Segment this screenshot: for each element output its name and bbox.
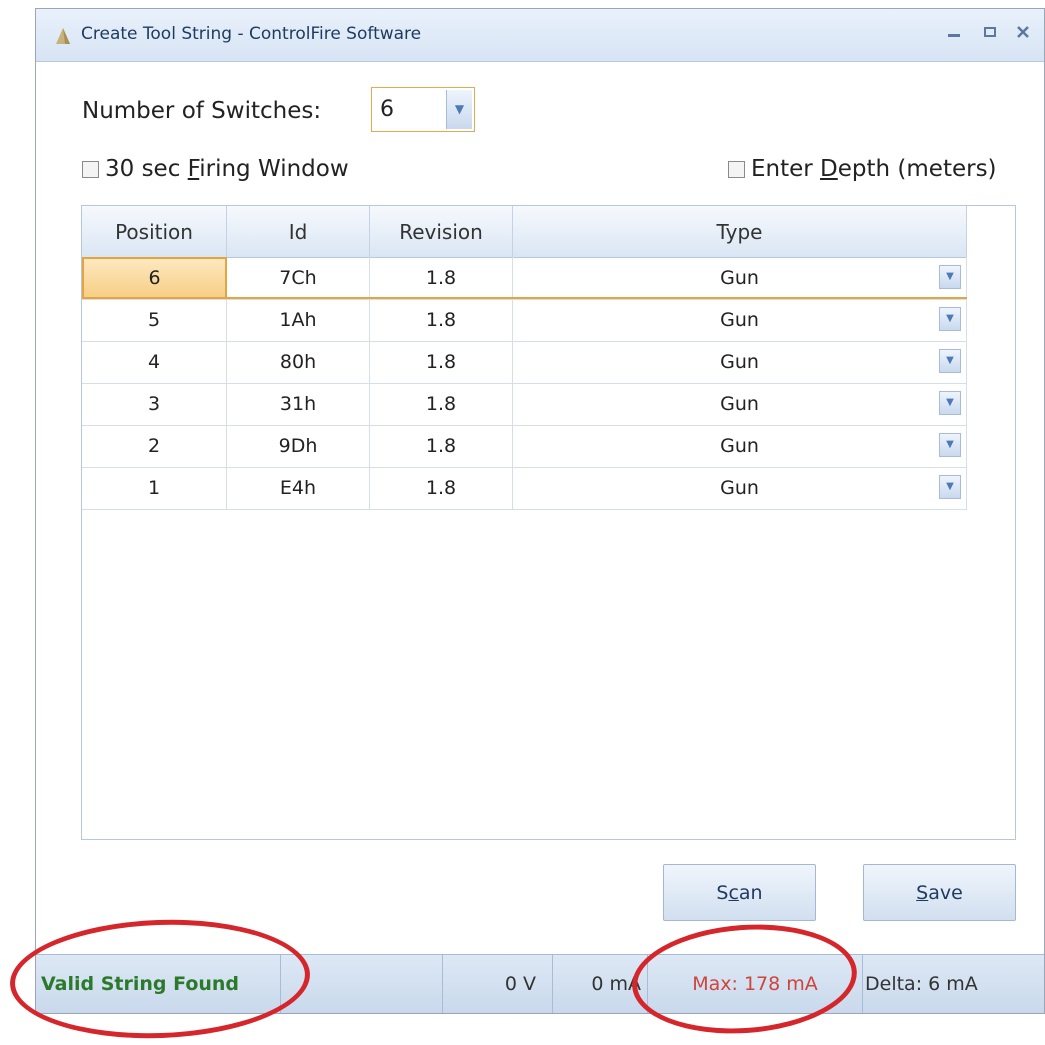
cell-id[interactable]: E4h — [227, 467, 370, 509]
cell-id-text: 1Ah — [279, 309, 317, 331]
chevron-down-icon[interactable]: ▼ — [939, 265, 961, 289]
cell-type[interactable]: Gun ▼ — [513, 383, 967, 425]
enter-depth-label: Enter Depth (meters) — [751, 156, 997, 182]
enter-depth-checkbox[interactable] — [728, 160, 745, 178]
cell-type-text: Gun — [720, 477, 759, 499]
enter-depth-option[interactable]: Enter Depth (meters) — [728, 154, 997, 184]
close-icon[interactable] — [1010, 23, 1036, 47]
cell-position-text: 3 — [147, 393, 161, 415]
cell-position[interactable]: 5 — [82, 299, 227, 341]
status-message: Valid String Found — [36, 955, 281, 1013]
cell-id[interactable]: 9Dh — [227, 425, 370, 467]
cell-revision-text: 1.8 — [425, 309, 457, 331]
table-row[interactable]: 1 E4h 1.8 Gun ▼ — [82, 467, 967, 510]
cell-id[interactable]: 80h — [227, 341, 370, 383]
column-header-id[interactable]: Id — [227, 206, 370, 257]
switches-value: 6 — [380, 97, 394, 122]
cell-position[interactable]: 3 — [82, 383, 227, 425]
switches-combobox[interactable]: 6 ▼ — [371, 87, 475, 132]
window-title: Create Tool String - ControlFire Softwar… — [81, 24, 422, 44]
cell-id-text: 7Ch — [279, 267, 317, 289]
cell-type[interactable]: Gun ▼ — [513, 299, 967, 341]
cell-type[interactable]: Gun ▼ — [513, 467, 967, 509]
chevron-down-icon[interactable]: ▼ — [446, 90, 472, 129]
cell-id-text: E4h — [279, 477, 317, 499]
cell-id-text: 80h — [279, 351, 317, 373]
status-current: 0 mA — [553, 955, 648, 1013]
cell-id-text: 31h — [279, 393, 317, 415]
cell-revision-text: 1.8 — [425, 393, 457, 415]
save-button[interactable]: Save — [863, 864, 1016, 921]
selected-row-underline — [227, 297, 967, 299]
cell-revision[interactable]: 1.8 — [370, 341, 513, 383]
table-row[interactable]: 4 80h 1.8 Gun ▼ — [82, 341, 967, 384]
cell-type[interactable]: Gun ▼ — [513, 257, 967, 299]
title-bar[interactable]: Create Tool String - ControlFire Softwar… — [36, 9, 1044, 62]
status-voltage: 0 V — [443, 955, 553, 1013]
chevron-down-icon[interactable]: ▼ — [939, 307, 961, 331]
cell-revision[interactable]: 1.8 — [370, 467, 513, 509]
cell-id[interactable]: 7Ch — [227, 257, 370, 299]
cell-revision-text: 1.8 — [425, 351, 457, 373]
firing-window-option[interactable]: 30 sec Firing Window — [82, 154, 349, 184]
cell-revision[interactable]: 1.8 — [370, 257, 513, 299]
cell-type-text: Gun — [720, 267, 759, 289]
chevron-down-icon[interactable]: ▼ — [939, 433, 961, 457]
chevron-down-icon[interactable]: ▼ — [939, 349, 961, 373]
status-blank-panel — [281, 955, 443, 1013]
cell-revision[interactable]: 1.8 — [370, 383, 513, 425]
create-tool-string-window: Create Tool String - ControlFire Softwar… — [35, 8, 1045, 1014]
chevron-down-icon[interactable]: ▼ — [939, 475, 961, 499]
cell-position-text: 1 — [147, 477, 161, 499]
firing-window-label: 30 sec Firing Window — [105, 156, 349, 182]
cell-revision[interactable]: 1.8 — [370, 425, 513, 467]
cell-revision-text: 1.8 — [425, 435, 457, 457]
minimize-icon[interactable] — [941, 23, 967, 47]
cell-type-text: Gun — [720, 351, 759, 373]
cell-id[interactable]: 31h — [227, 383, 370, 425]
cell-id-text: 9Dh — [278, 435, 318, 457]
cell-position[interactable]: 1 — [82, 467, 227, 509]
cell-type-text: Gun — [720, 309, 759, 331]
table-row[interactable]: 5 1Ah 1.8 Gun ▼ — [82, 299, 967, 342]
cell-type[interactable]: Gun ▼ — [513, 425, 967, 467]
status-max-current: Max: 178 mA — [648, 955, 863, 1013]
table-row[interactable]: 6 7Ch 1.8 Gun ▼ — [82, 257, 967, 300]
cell-revision[interactable]: 1.8 — [370, 299, 513, 341]
cell-position-text: 5 — [147, 309, 161, 331]
scan-button[interactable]: Sc an — [663, 864, 816, 921]
switches-label: Number of Switches: — [82, 98, 322, 124]
chevron-down-icon[interactable]: ▼ — [939, 391, 961, 415]
cell-id[interactable]: 1Ah — [227, 299, 370, 341]
cell-type-text: Gun — [720, 393, 759, 415]
cell-type-text: Gun — [720, 435, 759, 457]
dialog-body: Number of Switches: 6 ▼ 30 sec Firing Wi… — [36, 62, 1044, 1013]
maximize-icon[interactable] — [977, 23, 1003, 47]
cell-position-text: 4 — [147, 351, 161, 373]
cell-position[interactable]: 2 — [82, 425, 227, 467]
cell-revision-text: 1.8 — [425, 477, 457, 499]
cell-type[interactable]: Gun ▼ — [513, 341, 967, 383]
column-header-position[interactable]: Position — [82, 206, 227, 257]
cell-position[interactable]: 4 — [82, 341, 227, 383]
column-header-revision[interactable]: Revision — [370, 206, 513, 257]
controlfire-app-icon — [56, 28, 70, 44]
table-row[interactable]: 2 9Dh 1.8 Gun ▼ — [82, 425, 967, 468]
column-header-type[interactable]: Type — [513, 206, 967, 257]
cell-position-text: 2 — [147, 435, 161, 457]
status-bar: Valid String Found 0 V 0 mA Max: 178 mA … — [36, 954, 1044, 1013]
firing-window-checkbox[interactable] — [82, 160, 99, 178]
cell-position[interactable]: 6 — [82, 257, 227, 299]
grid-header: Position Id Revision Type — [82, 206, 967, 258]
status-delta: Delta: 6 mA — [865, 973, 978, 995]
cell-revision-text: 1.8 — [425, 267, 457, 289]
table-row[interactable]: 3 31h 1.8 Gun ▼ — [82, 383, 967, 426]
cell-position-text: 6 — [148, 267, 161, 289]
tool-string-grid[interactable]: Position Id Revision Type 6 7Ch 1.8 Gun ▼ 5 1A… — [81, 205, 1016, 840]
